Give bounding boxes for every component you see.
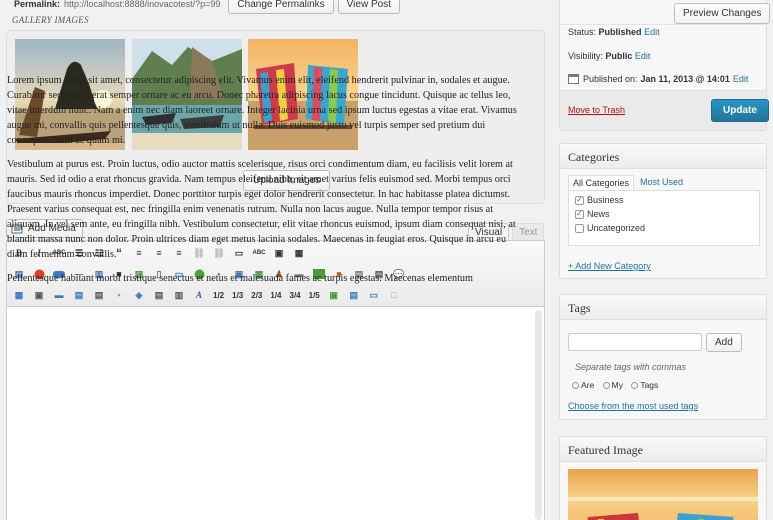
category-label: Business: [587, 195, 624, 205]
permalink-url[interactable]: http://localhost:8888/inovacotest/?p=99: [64, 0, 220, 9]
published-on-label: Published on:: [583, 74, 638, 84]
tag-item[interactable]: Are: [572, 380, 594, 390]
publish-box: Preview Changes Status: Published Edit V…: [559, 0, 771, 131]
add-new-category-link[interactable]: + Add New Category: [568, 261, 651, 271]
category-item[interactable]: ✓ Business: [575, 195, 759, 205]
published-edit-link[interactable]: Edit: [733, 74, 749, 84]
category-label: News: [587, 209, 610, 219]
tag-label: Are: [581, 380, 595, 390]
visibility-value: Public: [605, 51, 633, 61]
tag-input[interactable]: [568, 333, 702, 351]
move-to-trash-link[interactable]: Move to Trash: [568, 105, 625, 115]
checkbox-checked-icon[interactable]: ✓: [575, 195, 584, 205]
editor-content[interactable]: Lorem ipsum dolor sit amet, consectetur …: [7, 73, 517, 295]
calendar-icon: [568, 73, 580, 85]
preview-changes-button[interactable]: Preview Changes: [674, 3, 771, 24]
remove-tag-icon[interactable]: [631, 381, 639, 389]
permalink-row: Permalink: http://localhost:8888/inovaco…: [14, 0, 400, 14]
visibility-label: Visibility:: [568, 51, 603, 61]
status-label: Status:: [568, 27, 597, 37]
editor-scrollbar[interactable]: [535, 310, 542, 520]
tags-title: Tags: [560, 295, 766, 320]
tag-label: My: [611, 380, 623, 390]
categories-title: Categories: [560, 144, 766, 169]
status-value: Published: [598, 27, 642, 37]
tag-label: Tags: [640, 380, 659, 390]
tag-item[interactable]: Tags: [631, 380, 658, 390]
category-item[interactable]: Uncategorized: [575, 223, 759, 233]
tab-all-categories[interactable]: All Categories: [568, 175, 635, 190]
choose-most-used-tags-link[interactable]: Choose from the most used tags: [568, 401, 698, 411]
remove-tag-icon[interactable]: [602, 381, 610, 389]
content-paragraph: Pellentesque habitant morbi tristique se…: [7, 273, 473, 284]
featured-image-thumb[interactable]: [568, 469, 758, 520]
checkbox-unchecked-icon[interactable]: [575, 223, 584, 233]
remove-tag-icon[interactable]: [572, 381, 579, 389]
category-label: Uncategorized: [587, 223, 646, 233]
gallery-title: GALLERY IMAGES: [12, 15, 89, 25]
category-item[interactable]: ✓ News: [575, 209, 759, 219]
published-on-value: Jan 11, 2013 @ 14:01: [640, 74, 730, 84]
add-tag-button[interactable]: Add: [706, 333, 742, 352]
tab-most-used[interactable]: Most Used: [634, 175, 689, 190]
tags-box: Tags Add Separate tags with commas Are M…: [559, 294, 767, 420]
featured-image-box: Featured Image: [559, 436, 767, 520]
view-post-button[interactable]: View Post: [337, 0, 400, 14]
update-button[interactable]: Update: [711, 99, 769, 122]
tag-item[interactable]: My: [602, 380, 623, 390]
categories-box: Categories All Categories Most Used ✓ Bu…: [559, 143, 767, 279]
visibility-edit-link[interactable]: Edit: [635, 51, 651, 61]
categories-list: ✓ Business ✓ News Uncategorized: [568, 190, 760, 246]
permalink-label: Permalink:: [14, 0, 61, 9]
status-edit-link[interactable]: Edit: [644, 27, 660, 37]
content-paragraph: Lorem ipsum dolor sit amet, consectetur …: [7, 75, 517, 146]
featured-image-title: Featured Image: [560, 437, 766, 462]
content-paragraph: Vestibulum at purus est. Proin luctus, o…: [7, 159, 516, 260]
tags-hint: Separate tags with commas: [575, 362, 687, 372]
change-permalinks-button[interactable]: Change Permalinks: [228, 0, 334, 14]
checkbox-checked-icon[interactable]: ✓: [575, 209, 584, 219]
